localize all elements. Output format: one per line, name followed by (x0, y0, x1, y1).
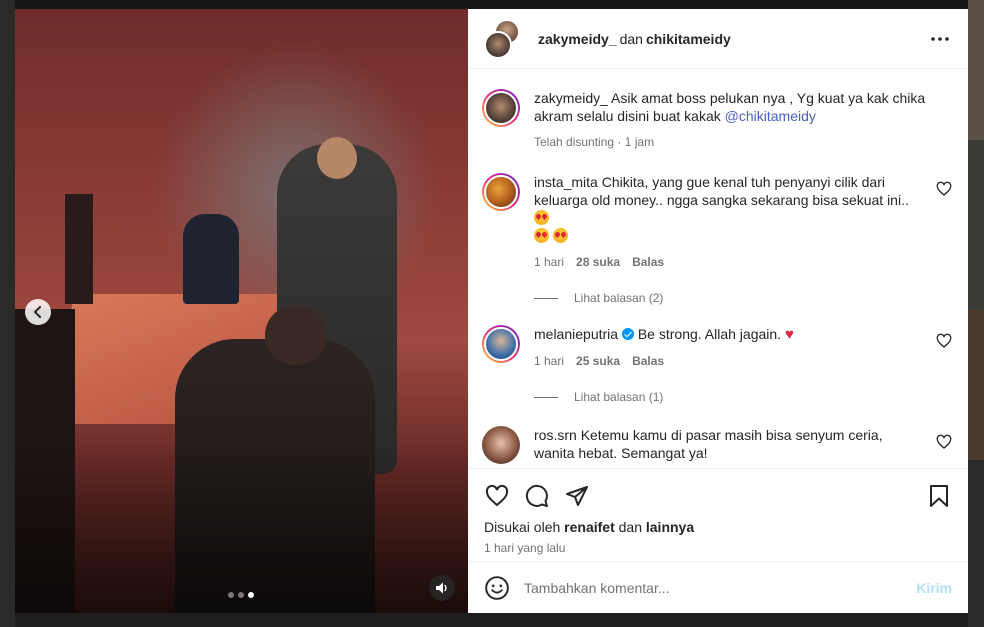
like-button[interactable] (484, 483, 510, 509)
star-struck-emoji-icon (552, 228, 568, 243)
bottom-shade (15, 439, 468, 613)
slide-dot (238, 592, 244, 598)
verified-badge-icon (621, 328, 634, 340)
caption-meta: Telah disunting · 1 jam (534, 133, 926, 151)
view-replies-label: Lihat balasan (2) (574, 291, 664, 305)
caption-body: zakymeidy_ Asik amat boss pelukan nya , … (534, 89, 952, 151)
comment-time: 1 hari (534, 354, 565, 368)
avatar[interactable] (482, 426, 520, 464)
reply-button[interactable]: Balas (632, 352, 664, 370)
author-link[interactable]: chikitameidy (646, 31, 731, 47)
more-options-button[interactable] (928, 27, 952, 51)
star-struck-emoji-icon (534, 210, 549, 225)
star-struck-emoji-icon (534, 228, 549, 243)
liked-by: Disukai oleh renaifet dan lainnya (484, 519, 952, 535)
emoji-icon[interactable] (484, 575, 510, 601)
save-button[interactable] (926, 483, 952, 509)
backdrop-tile (0, 0, 15, 627)
post-header: zakymeidy_ dan chikitameidy (468, 9, 968, 69)
author-separator: dan (619, 30, 643, 47)
caption-edited-time: Telah disunting · 1 jam (534, 135, 655, 149)
reply-button[interactable]: Balas (632, 253, 664, 271)
like-comment-heart-icon[interactable] (936, 333, 952, 349)
chevron-left-icon (34, 306, 41, 318)
comment-body: insta_mita Chikita, yang gue kenal tuh p… (534, 173, 952, 271)
slide-dot-active (248, 592, 254, 598)
comment-username[interactable]: insta_mita (534, 174, 598, 190)
post-media[interactable] (15, 9, 468, 613)
heart-icon (485, 484, 509, 507)
post-panel: zakymeidy_ dan chikitameidy zakymeidy_ Asi… (468, 9, 968, 613)
fan-head (265, 305, 327, 365)
previous-slide-button[interactable] (25, 299, 51, 325)
liked-by-user[interactable]: renaifet (564, 519, 615, 535)
avatar[interactable] (482, 325, 520, 363)
comment-body: melanieputria Be strong. Allah jagain. ♥… (534, 325, 952, 370)
comment-item: ros.srn Ketemu kamu di pasar masih bisa … (482, 426, 952, 464)
red-heart-emoji-icon: ♥ (784, 326, 794, 343)
slide-dot (228, 592, 234, 598)
liked-by-others[interactable]: lainnya (646, 519, 694, 535)
comment-username[interactable]: melanieputria (534, 326, 618, 342)
share-button[interactable] (564, 483, 590, 509)
post-modal: zakymeidy_ dan chikitameidy zakymeidy_ Asi… (15, 9, 968, 613)
like-comment-heart-icon[interactable] (936, 434, 952, 450)
mention-link[interactable]: @chikitameidy (725, 108, 816, 124)
add-comment-bar: Kirim (468, 561, 968, 613)
liked-by-joiner: dan (618, 519, 642, 535)
slide-indicator (228, 592, 254, 598)
bookmark-icon (930, 485, 948, 507)
comment-meta: 1 hari 28 suka Balas (534, 253, 926, 271)
view-replies-button[interactable]: Lihat balasan (2) (534, 291, 952, 305)
comment-username[interactable]: ros.srn (534, 427, 577, 443)
comment-username[interactable]: zakymeidy_ (534, 90, 608, 106)
comment-meta: 1 hari 25 suka Balas (534, 352, 926, 370)
send-icon (566, 486, 588, 506)
caption: zakymeidy_ Asik amat boss pelukan nya , … (482, 89, 952, 151)
avatar (484, 30, 512, 59)
replies-line (534, 297, 558, 299)
post-actions: Disukai oleh renaifet dan lainnya 1 hari… (468, 468, 968, 561)
comment-text: Be strong. Allah jagain. (637, 326, 782, 342)
backdrop-tile (968, 0, 984, 140)
more-horizontal-icon (931, 36, 949, 41)
backdrop-tile (968, 310, 984, 460)
action-row (484, 481, 952, 511)
comments-list[interactable]: zakymeidy_ Asik amat boss pelukan nya , … (468, 69, 968, 468)
performer-head (317, 137, 357, 179)
comment-item: melanieputria Be strong. Allah jagain. ♥… (482, 325, 952, 370)
replies-line (534, 396, 558, 398)
comment-input[interactable] (524, 579, 917, 596)
avatar[interactable] (482, 89, 520, 127)
collab-avatars[interactable] (484, 18, 524, 59)
backdrop-tile (15, 613, 968, 627)
comment-text: Ketemu kamu di pasar masih bisa senyum c… (534, 427, 883, 461)
liked-by-prefix: Disukai oleh (484, 519, 561, 535)
avatar[interactable] (482, 173, 520, 211)
dj-figure (183, 214, 239, 304)
view-replies-label: Lihat balasan (1) (574, 390, 664, 404)
comment-body: ros.srn Ketemu kamu di pasar masih bisa … (534, 426, 952, 464)
speaker (65, 194, 93, 304)
author-link[interactable]: zakymeidy_ (538, 31, 617, 47)
post-authors: zakymeidy_ dan chikitameidy (538, 31, 731, 47)
backdrop-tile (968, 460, 984, 627)
comment-item: insta_mita Chikita, yang gue kenal tuh p… (482, 173, 952, 271)
sound-toggle-button[interactable] (429, 575, 455, 601)
backdrop-tile (968, 140, 984, 310)
comment-icon (525, 484, 548, 507)
view-replies-button[interactable]: Lihat balasan (1) (534, 390, 952, 404)
comment-like-count[interactable]: 25 suka (576, 352, 620, 370)
comment-like-count[interactable]: 28 suka (576, 253, 620, 271)
post-timestamp[interactable]: 1 hari yang lalu (484, 541, 952, 555)
like-comment-heart-icon[interactable] (936, 181, 952, 197)
speaker-icon (436, 582, 447, 594)
post-comment-button[interactable]: Kirim (916, 580, 952, 596)
comment-button[interactable] (524, 483, 550, 509)
comment-time: 1 hari (534, 255, 565, 269)
